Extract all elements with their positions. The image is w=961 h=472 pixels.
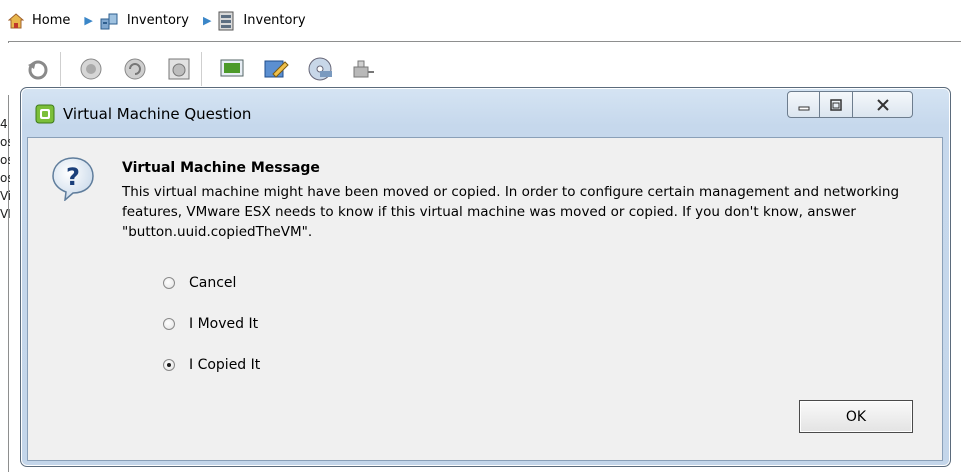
breadcrumb-inventory-2-label: Inventory [243, 13, 306, 28]
message-body: This virtual machine might have been mov… [122, 184, 900, 240]
option-cancel-label: Cancel [189, 275, 237, 291]
breadcrumb-arrow-icon: ▶ [84, 14, 93, 27]
breadcrumb: Home ▶ Inventory ▶ Inventory [8, 0, 961, 42]
console-icon[interactable] [218, 55, 246, 83]
minimize-button[interactable] [787, 91, 820, 118]
radio-cancel[interactable] [163, 277, 175, 289]
maximize-icon [830, 98, 842, 111]
breadcrumb-arrow-icon: ▶ [202, 14, 212, 27]
snapshot-manager-icon[interactable] [165, 55, 193, 83]
vsphere-app-icon [35, 104, 55, 124]
toolbar-separator [60, 52, 61, 86]
refresh-icon[interactable] [24, 55, 52, 83]
option-i-copied-it[interactable]: I Copied It [163, 355, 260, 375]
breadcrumb-inventory-1[interactable]: Inventory [99, 11, 189, 31]
maximize-button[interactable] [819, 91, 853, 118]
tree-item[interactable]: 4 [0, 115, 10, 133]
svg-text:?: ? [66, 163, 80, 191]
breadcrumb-inventory-2[interactable]: Inventory [217, 11, 306, 31]
ok-button[interactable]: OK [799, 400, 913, 433]
tree-item[interactable]: VI [0, 205, 10, 223]
tree-item[interactable]: os [0, 133, 10, 151]
option-i-moved-it[interactable]: I Moved It [163, 314, 258, 334]
tree-item[interactable]: os [0, 151, 10, 169]
option-i-moved-it-label: I Moved It [189, 316, 259, 332]
dialog-content: ? Virtual Machine Message This virtual m… [27, 137, 943, 461]
tree-item[interactable]: os [0, 169, 10, 187]
tree-item[interactable]: Vi [0, 187, 10, 205]
message-heading: Virtual Machine Message [122, 160, 320, 176]
snapshot-icon[interactable] [77, 55, 105, 83]
option-cancel[interactable]: Cancel [163, 273, 236, 293]
dialog-title: Virtual Machine Question [63, 105, 252, 123]
minimize-icon [798, 106, 809, 110]
edit-settings-icon[interactable] [262, 55, 290, 83]
cd-drive-icon[interactable] [306, 55, 334, 83]
close-button[interactable] [852, 91, 913, 118]
inventory-icon [100, 13, 118, 29]
inventory-tree-partial: 4 os os os Vi VI [0, 115, 10, 275]
virtual-machine-question-dialog: Virtual Machine Question ? Virtual Machi… [20, 87, 951, 467]
toolbar-separator [201, 52, 202, 86]
revert-snapshot-icon[interactable] [121, 55, 149, 83]
radio-i-moved-it[interactable] [163, 318, 175, 330]
network-icon[interactable] [350, 55, 378, 83]
question-icon: ? [52, 157, 94, 201]
breadcrumb-home[interactable]: Home [8, 12, 71, 29]
home-icon [8, 12, 24, 28]
breadcrumb-home-label: Home [32, 13, 71, 28]
option-i-copied-it-label: I Copied It [189, 357, 261, 373]
vms-and-templates-icon [218, 11, 234, 30]
dialog-titlebar[interactable]: Virtual Machine Question [21, 88, 950, 128]
radio-i-copied-it[interactable] [163, 359, 175, 371]
close-icon [876, 98, 889, 111]
breadcrumb-inventory-1-label: Inventory [126, 13, 189, 28]
